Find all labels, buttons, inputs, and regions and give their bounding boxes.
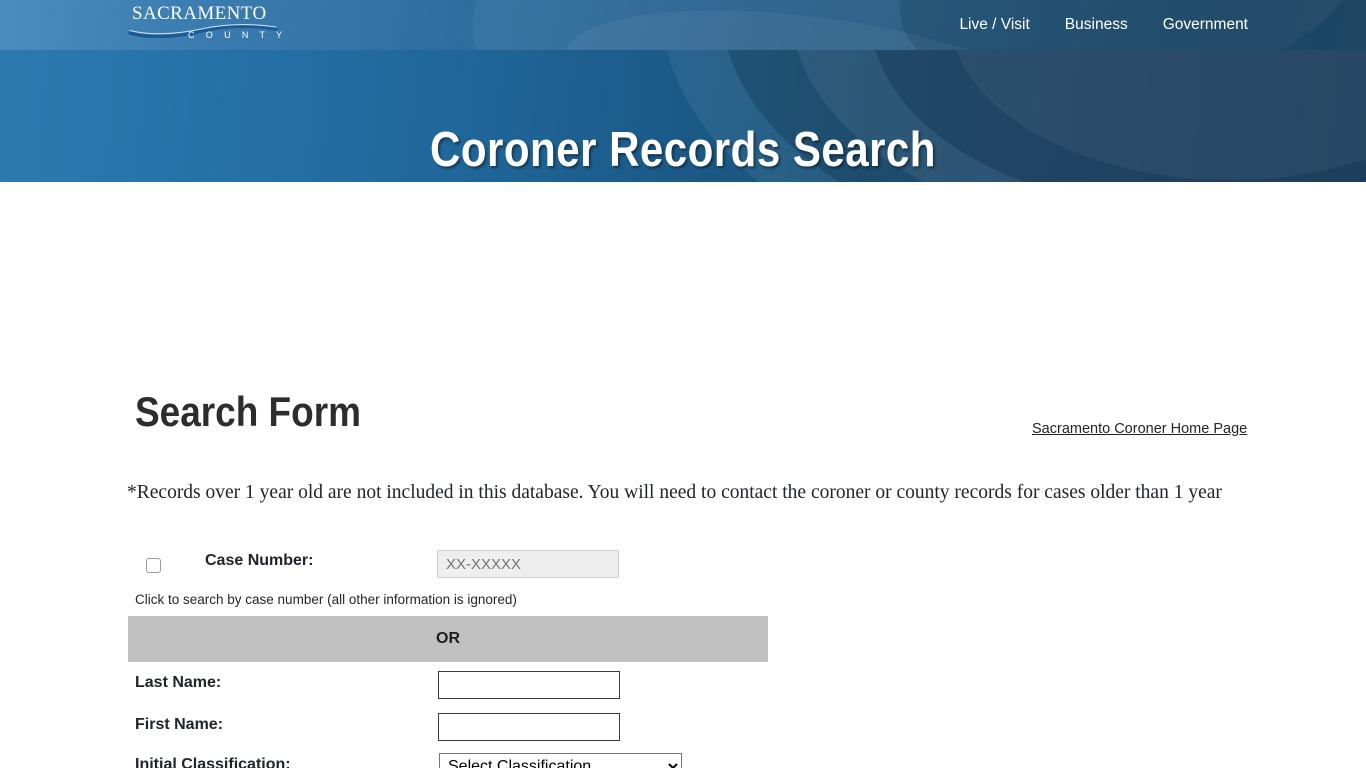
last-name-input[interactable]: [438, 671, 620, 699]
case-number-checkbox[interactable]: [146, 558, 161, 573]
primary-navigation: Live / Visit Business Government: [959, 0, 1248, 50]
first-name-label: First Name:: [135, 716, 223, 734]
logo-subtext: C O U N T Y: [188, 30, 286, 40]
logo-wordmark: SACRAMENTO: [128, 4, 283, 24]
last-name-label: Last Name:: [135, 674, 221, 692]
or-divider: OR: [128, 616, 768, 662]
case-number-input[interactable]: [437, 550, 619, 578]
main-content: Search Form Sacramento Coroner Home Page…: [0, 182, 1366, 768]
case-number-label: Case Number:: [205, 552, 313, 570]
records-disclaimer: *Records over 1 year old are not include…: [127, 479, 1237, 507]
page-banner: Coroner Records Search: [0, 50, 1366, 182]
first-name-input[interactable]: [438, 713, 620, 741]
classification-label: Initial Classification:: [135, 756, 291, 768]
case-number-row: Case Number:: [135, 550, 775, 580]
nav-item-government[interactable]: Government: [1163, 16, 1248, 34]
nav-item-live-visit[interactable]: Live / Visit: [959, 16, 1029, 34]
case-number-hint: Click to search by case number (all othe…: [135, 592, 517, 607]
sacramento-county-logo[interactable]: SACRAMENTO C O U N T Y: [128, 4, 283, 46]
coroner-home-page-link[interactable]: Sacramento Coroner Home Page: [1032, 421, 1247, 437]
site-header: SACRAMENTO C O U N T Y Live / Visit Busi…: [0, 0, 1366, 50]
page-title: Search Form: [135, 391, 361, 433]
banner-title: Coroner Records Search: [96, 126, 1271, 175]
nav-item-business[interactable]: Business: [1065, 16, 1128, 34]
classification-select[interactable]: Select Classification: [439, 753, 682, 768]
